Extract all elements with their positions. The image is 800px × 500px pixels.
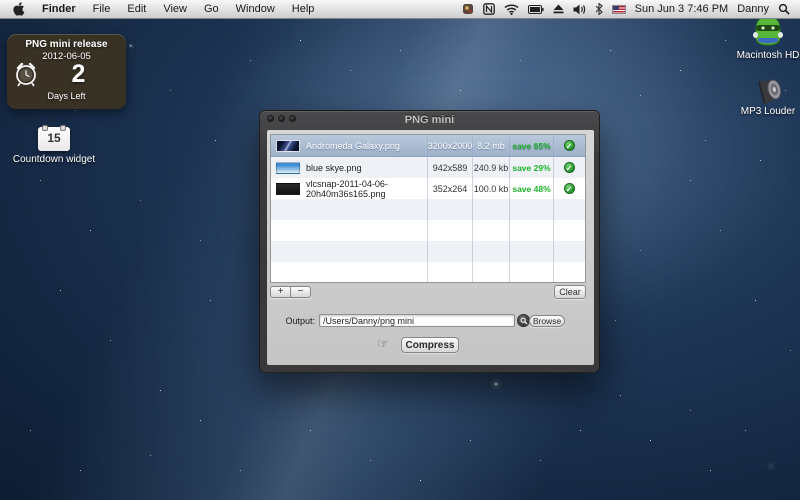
- countdown-widget-app-icon[interactable]: 15: [38, 127, 70, 151]
- clear-button[interactable]: Clear: [554, 285, 586, 299]
- menu-window[interactable]: Window: [236, 3, 275, 15]
- file-size-cell: 100.0 kb: [473, 178, 510, 199]
- success-check-icon: ✓: [564, 162, 575, 173]
- file-dimensions-cell: 3200x2000: [428, 135, 473, 156]
- battery-icon[interactable]: [528, 0, 544, 19]
- file-savings-cell: [510, 241, 554, 262]
- file-size-cell: 240.9 kb: [473, 157, 510, 178]
- output-label: Output:: [269, 316, 315, 326]
- file-size-cell: 8.2 mb: [473, 135, 510, 156]
- file-status-cell: ✓: [554, 157, 584, 178]
- menu-help[interactable]: Help: [292, 3, 315, 15]
- remove-file-button[interactable]: −: [290, 286, 311, 298]
- file-name-cell: Andromeda Galaxy.png: [271, 135, 428, 156]
- file-dimensions-cell: 352x264: [428, 178, 473, 199]
- file-size-cell: [473, 199, 510, 220]
- window-title: PNG mini: [260, 111, 599, 130]
- menubar-user[interactable]: Danny: [737, 3, 769, 15]
- menu-view[interactable]: View: [163, 3, 187, 15]
- eject-icon[interactable]: [553, 0, 564, 19]
- file-name-cell: [271, 241, 428, 262]
- file-row[interactable]: vlcsnap-2011-04-06-20h40m36s165.png352x2…: [271, 178, 585, 199]
- menu-file[interactable]: File: [93, 3, 111, 15]
- file-dimensions-cell: [428, 220, 473, 241]
- mp3-louder-speaker-icon[interactable]: [752, 73, 784, 110]
- png-mini-window: PNG mini Andromeda Galaxy.png3200x20008.…: [259, 110, 600, 373]
- mp3-louder-label[interactable]: MP3 Louder: [726, 106, 800, 117]
- window-titlebar[interactable]: PNG mini: [260, 111, 599, 130]
- spotlight-search-icon[interactable]: [778, 0, 790, 19]
- file-savings-cell: save 48%: [510, 178, 554, 199]
- add-file-button[interactable]: +: [270, 286, 291, 298]
- file-name-cell: blue skye.png: [271, 157, 428, 178]
- file-size-cell: [473, 262, 510, 283]
- menu-edit[interactable]: Edit: [127, 3, 146, 15]
- file-status-cell: [554, 262, 584, 283]
- file-thumbnail: [276, 162, 300, 174]
- macintosh-hd-label[interactable]: Macintosh HD: [728, 50, 800, 61]
- file-savings-cell: save 29%: [510, 157, 554, 178]
- apple-menu-icon[interactable]: [12, 0, 25, 19]
- file-table: Andromeda Galaxy.png3200x20008.2 mbsave …: [270, 134, 586, 283]
- file-dimensions-cell: [428, 241, 473, 262]
- file-savings-cell: [510, 220, 554, 241]
- file-status-cell: [554, 220, 584, 241]
- file-savings-cell: [510, 199, 554, 220]
- file-size-cell: [473, 241, 510, 262]
- calendar-day: 15: [38, 127, 70, 149]
- file-size-cell: [473, 220, 510, 241]
- menu-finder[interactable]: Finder: [42, 3, 76, 15]
- widget-title: PNG mini release: [7, 39, 126, 50]
- empty-row: [271, 262, 585, 283]
- file-name-cell: [271, 199, 428, 220]
- menubar: Finder File Edit View Go Window Help Sun Jun 3…: [0, 0, 800, 19]
- window-content: Andromeda Galaxy.png3200x20008.2 mbsave …: [267, 130, 594, 365]
- empty-row: [271, 220, 585, 241]
- bluetooth-icon[interactable]: [595, 0, 603, 19]
- widget-days-label: Days Left: [7, 91, 126, 101]
- volume-icon[interactable]: [573, 0, 586, 19]
- menu-go[interactable]: Go: [204, 3, 219, 15]
- file-status-cell: [554, 241, 584, 262]
- output-path-field[interactable]: [319, 314, 515, 327]
- countdown-widget-label[interactable]: Countdown widget: [10, 154, 98, 165]
- pointing-hand-icon: ☞: [377, 336, 389, 352]
- file-savings-cell: save 65%: [510, 135, 554, 156]
- file-status-cell: ✓: [554, 135, 584, 156]
- menubar-clock[interactable]: Sun Jun 3 7:46 PM: [635, 3, 729, 15]
- empty-row: [271, 199, 585, 220]
- widget-days-number: 2: [31, 60, 126, 89]
- file-name-cell: vlcsnap-2011-04-06-20h40m36s165.png: [271, 178, 428, 199]
- file-name-cell: [271, 220, 428, 241]
- flag-icon[interactable]: [612, 0, 626, 19]
- compress-button[interactable]: Compress: [401, 337, 459, 353]
- file-row[interactable]: Andromeda Galaxy.png3200x20008.2 mbsave …: [271, 135, 585, 157]
- browse-button[interactable]: Browse: [529, 315, 565, 327]
- menubar-app-icon[interactable]: [462, 0, 474, 19]
- file-savings-cell: [510, 262, 554, 283]
- file-dimensions-cell: 942x589: [428, 157, 473, 178]
- countdown-widget-panel[interactable]: PNG mini release 2012-06-05 2 Days Left: [7, 34, 126, 109]
- file-row[interactable]: blue skye.png942x589240.9 kbsave 29% ✓: [271, 157, 585, 178]
- file-name-cell: [271, 262, 428, 283]
- input-source-icon[interactable]: [483, 0, 495, 19]
- file-thumbnail: [276, 140, 300, 152]
- file-status-cell: ✓: [554, 178, 584, 199]
- wifi-icon[interactable]: [504, 0, 519, 19]
- file-status-cell: [554, 199, 584, 220]
- file-dimensions-cell: [428, 199, 473, 220]
- file-thumbnail: [276, 183, 300, 195]
- success-check-icon: ✓: [564, 183, 575, 194]
- file-dimensions-cell: [428, 262, 473, 283]
- success-check-icon: ✓: [564, 140, 575, 151]
- empty-row: [271, 241, 585, 262]
